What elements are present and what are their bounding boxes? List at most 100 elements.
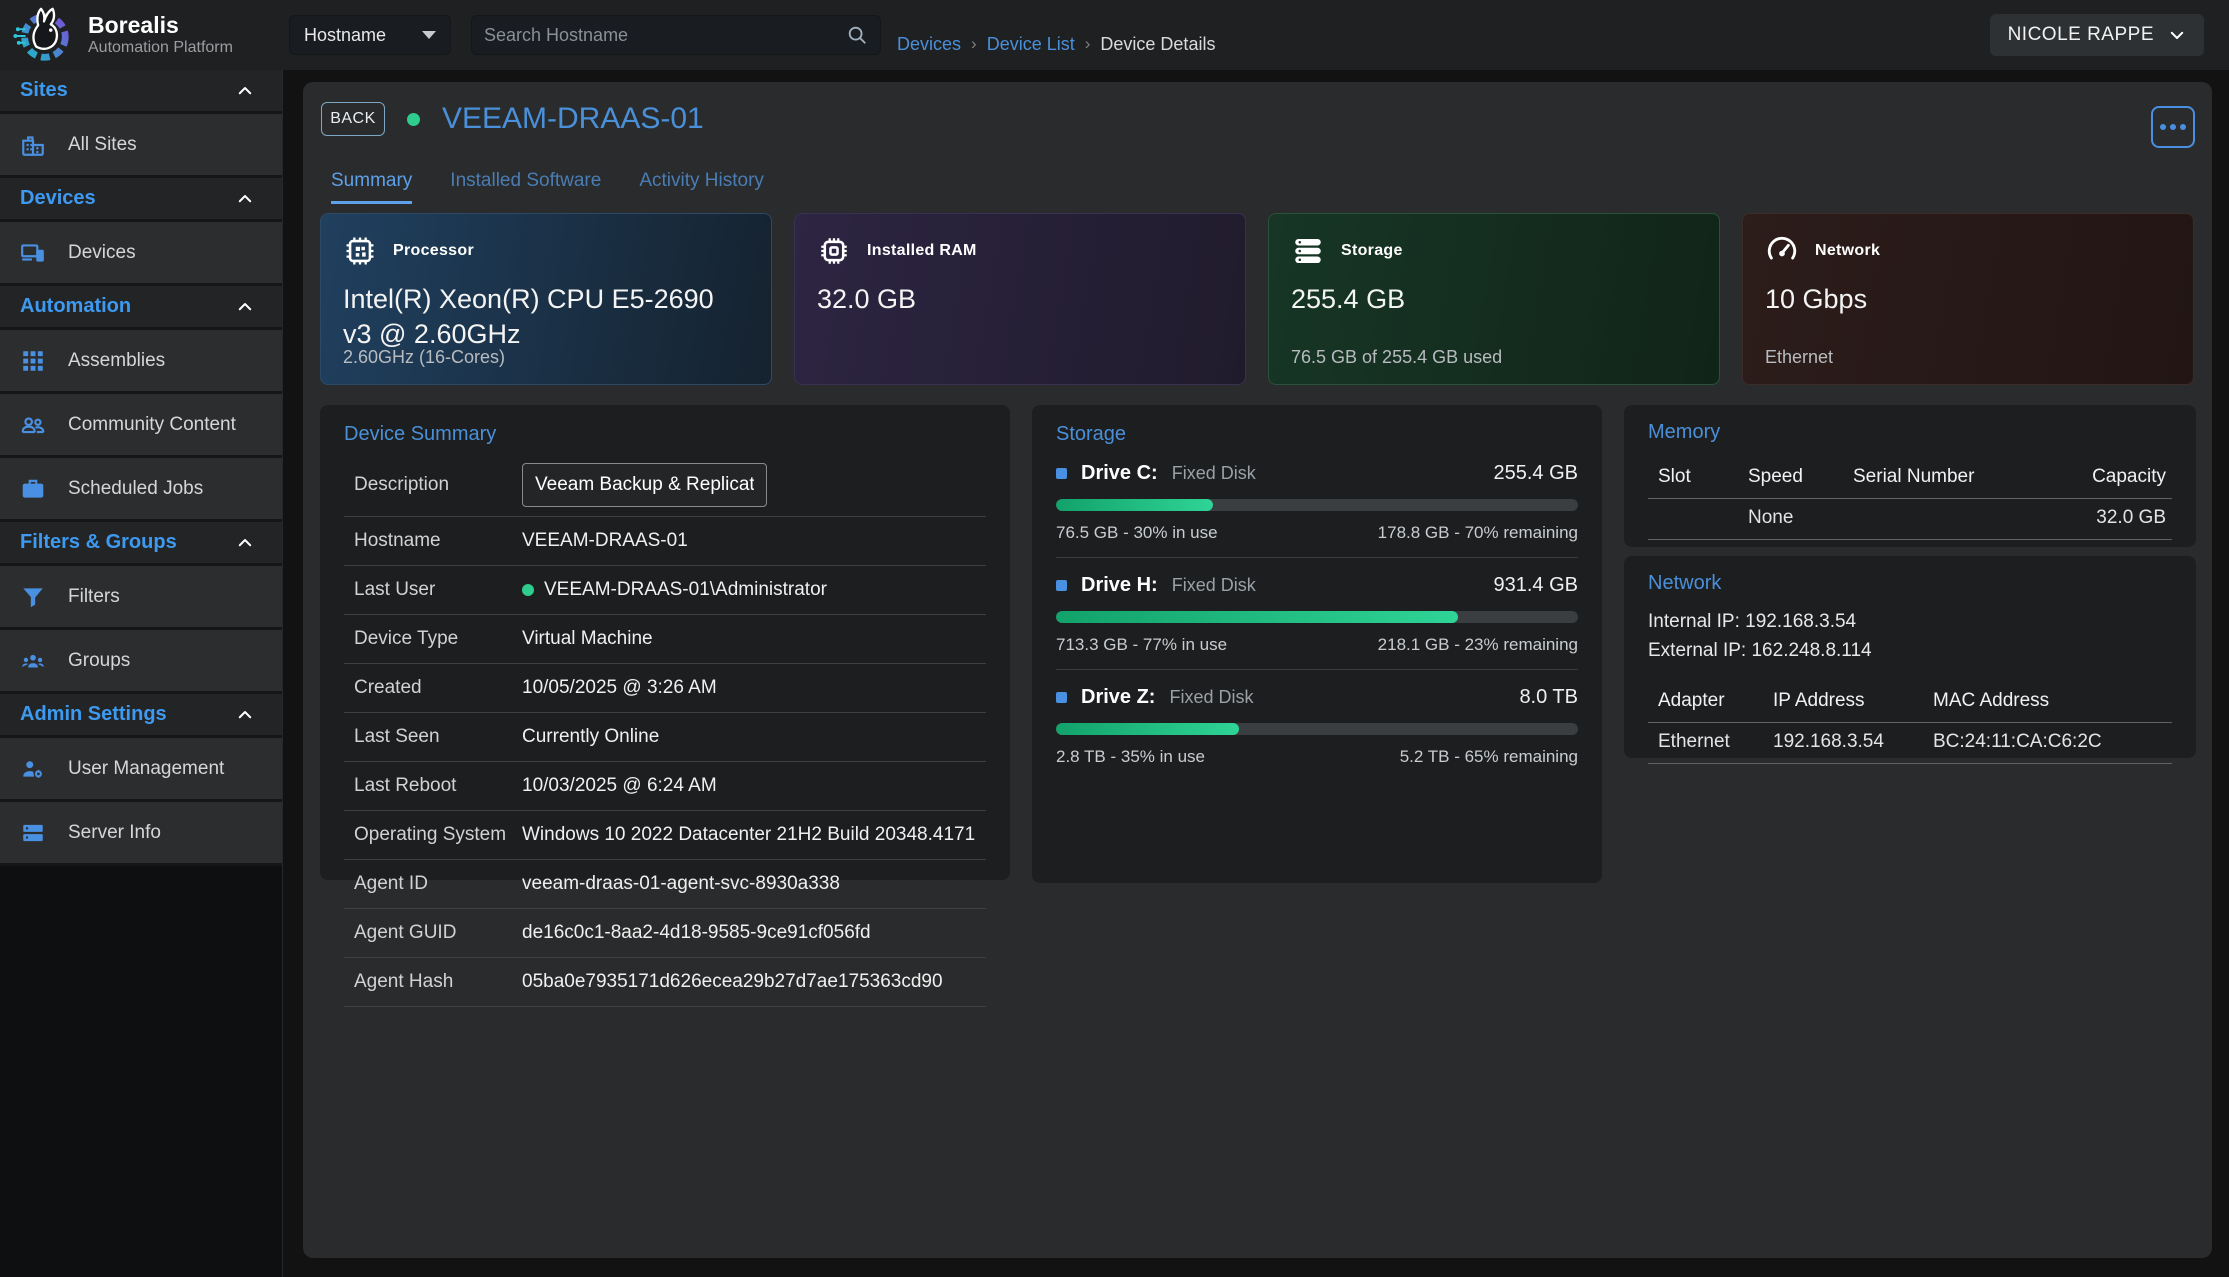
search-box[interactable]	[471, 15, 881, 55]
sidebar-section-automation[interactable]: Automation	[0, 286, 282, 330]
summary-row-last-reboot: Last Reboot 10/03/2025 @ 6:24 AM	[344, 762, 986, 811]
device-tabs: Summary Installed Software Activity Hist…	[331, 170, 764, 204]
drive-name: Drive H:	[1081, 574, 1158, 597]
stat-card-subtext: 76.5 GB of 255.4 GB used	[1291, 347, 1502, 368]
device-details-panel: BACK VEEAM-DRAAS-01 Summary Installed So…	[303, 82, 2212, 1258]
stat-card-value: 255.4 GB	[1291, 282, 1691, 317]
sidebar-section-sites[interactable]: Sites	[0, 70, 282, 114]
summary-row-hostname: Hostname VEEAM-DRAAS-01	[344, 517, 986, 566]
grid-icon	[20, 348, 46, 374]
device-summary-panel: Device Summary Description Hostname VEEA…	[320, 405, 1010, 880]
drive-remaining-label: 218.1 GB - 23% remaining	[1378, 635, 1578, 655]
sidebar-section-admin-settings[interactable]: Admin Settings	[0, 694, 282, 738]
panel-title: Device Summary	[344, 423, 986, 446]
stat-card-title: Network	[1815, 242, 1880, 260]
row-label: Agent Hash	[354, 971, 522, 993]
sidebar-item-label: Assemblies	[68, 350, 165, 372]
drive-row-h: Drive H: Fixed Disk 931.4 GB 713.3 GB - …	[1056, 558, 1578, 670]
back-button[interactable]: BACK	[321, 102, 385, 136]
network-table-row: Ethernet 192.168.3.54 BC:24:11:CA:C6:2C	[1648, 723, 2172, 764]
sidebar-section-label: Sites	[20, 79, 68, 102]
more-options-button[interactable]	[2151, 106, 2195, 148]
drive-used-label: 713.3 GB - 77% in use	[1056, 635, 1227, 655]
sidebar-item-groups[interactable]: Groups	[0, 630, 282, 694]
building-icon	[20, 132, 46, 158]
row-label: Operating System	[354, 824, 522, 846]
drive-usage-bar	[1056, 611, 1578, 623]
sidebar-item-label: Scheduled Jobs	[68, 478, 203, 500]
memory-capacity: 32.0 GB	[2052, 507, 2172, 529]
hostname-filter-dropdown[interactable]: Hostname	[289, 15, 451, 55]
stat-card-processor: Processor Intel(R) Xeon(R) CPU E5-2690 v…	[320, 213, 772, 385]
row-value: 05ba0e7935171d626ecea29b27d7ae175363cd90	[522, 971, 943, 993]
sidebar-section-label: Admin Settings	[20, 703, 167, 726]
tab-installed-software[interactable]: Installed Software	[450, 170, 601, 204]
memory-table-header: Slot Speed Serial Number Capacity	[1648, 458, 2172, 499]
stat-card-storage: Storage 255.4 GB 76.5 GB of 255.4 GB use…	[1268, 213, 1720, 385]
row-value: 10/05/2025 @ 3:26 AM	[522, 677, 717, 699]
hostname-filter-label: Hostname	[304, 25, 386, 46]
stat-card-title: Processor	[393, 242, 474, 260]
summary-row-last-seen: Last Seen Currently Online	[344, 713, 986, 762]
summary-row-last-user: Last User VEEAM-DRAAS-01\Administrator	[344, 566, 986, 615]
column-header: Slot	[1658, 466, 1748, 488]
stat-card-title: Storage	[1341, 242, 1403, 260]
drive-type: Fixed Disk	[1172, 575, 1256, 596]
user-menu-button[interactable]: NICOLE RAPPE	[1990, 14, 2204, 56]
sidebar-item-scheduled-jobs[interactable]: Scheduled Jobs	[0, 458, 282, 522]
search-icon[interactable]	[846, 24, 868, 46]
sidebar-item-label: Groups	[68, 650, 130, 672]
storage-icon	[1291, 234, 1325, 268]
row-value: VEEAM-DRAAS-01\Administrator	[544, 579, 827, 601]
drive-usage-bar	[1056, 723, 1578, 735]
sidebar-section-devices[interactable]: Devices	[0, 178, 282, 222]
row-label: Agent ID	[354, 873, 522, 895]
sidebar-item-filters[interactable]: Filters	[0, 566, 282, 630]
sidebar-item-label: User Management	[68, 758, 224, 780]
stat-card-title: Installed RAM	[867, 242, 977, 260]
sidebar-item-community-content[interactable]: Community Content	[0, 394, 282, 458]
breadcrumb-device-list[interactable]: Device List	[987, 34, 1075, 55]
sidebar-item-server-info[interactable]: Server Info	[0, 802, 282, 866]
chevron-up-icon	[236, 82, 254, 100]
column-header: IP Address	[1773, 690, 1933, 712]
description-input[interactable]	[522, 463, 767, 507]
row-value: VEEAM-DRAAS-01	[522, 530, 688, 552]
brand-name: Borealis	[88, 13, 233, 38]
stat-card-value: 32.0 GB	[817, 282, 1217, 317]
sidebar-item-assemblies[interactable]: Assemblies	[0, 330, 282, 394]
drive-type: Fixed Disk	[1172, 463, 1256, 484]
drive-name: Drive Z:	[1081, 686, 1155, 709]
brand-subtitle: Automation Platform	[88, 39, 233, 57]
breadcrumb: Devices › Device List › Device Details	[897, 34, 1215, 55]
row-label: Created	[354, 677, 522, 699]
network-table-header: Adapter IP Address MAC Address	[1648, 682, 2172, 723]
search-input[interactable]	[484, 25, 846, 46]
row-value: de16c0c1-8aa2-4d18-9585-9ce91cf056fd	[522, 922, 871, 944]
online-status-dot	[522, 584, 534, 596]
row-label: Description	[354, 474, 522, 496]
sidebar-item-label: Devices	[68, 242, 136, 264]
gauge-icon	[1765, 234, 1799, 268]
ellipsis-icon	[2180, 124, 2186, 130]
sidebar-item-devices[interactable]: Devices	[0, 222, 282, 286]
summary-row-agent-id: Agent ID veeam-draas-01-agent-svc-8930a3…	[344, 860, 986, 909]
row-label: Last Reboot	[354, 775, 522, 797]
drive-size: 255.4 GB	[1493, 462, 1578, 485]
tab-activity-history[interactable]: Activity History	[639, 170, 764, 204]
sidebar-item-user-management[interactable]: User Management	[0, 738, 282, 802]
sidebar-item-all-sites[interactable]: All Sites	[0, 114, 282, 178]
sidebar-item-label: All Sites	[68, 134, 137, 156]
ram-icon	[817, 234, 851, 268]
user-name: NICOLE RAPPE	[2008, 24, 2154, 46]
sidebar-section-filters-groups[interactable]: Filters & Groups	[0, 522, 282, 566]
drive-type: Fixed Disk	[1169, 687, 1253, 708]
summary-row-device-type: Device Type Virtual Machine	[344, 615, 986, 664]
external-ip: External IP: 162.248.8.114	[1648, 636, 2172, 665]
sidebar: Sites All Sites Devices Devices Automati…	[0, 70, 283, 1277]
tab-summary[interactable]: Summary	[331, 170, 412, 204]
summary-row-operating-system: Operating System Windows 10 2022 Datacen…	[344, 811, 986, 860]
breadcrumb-devices[interactable]: Devices	[897, 34, 961, 55]
adapter-ip: 192.168.3.54	[1773, 731, 1933, 753]
stat-card-row: Processor Intel(R) Xeon(R) CPU E5-2690 v…	[320, 213, 2194, 385]
